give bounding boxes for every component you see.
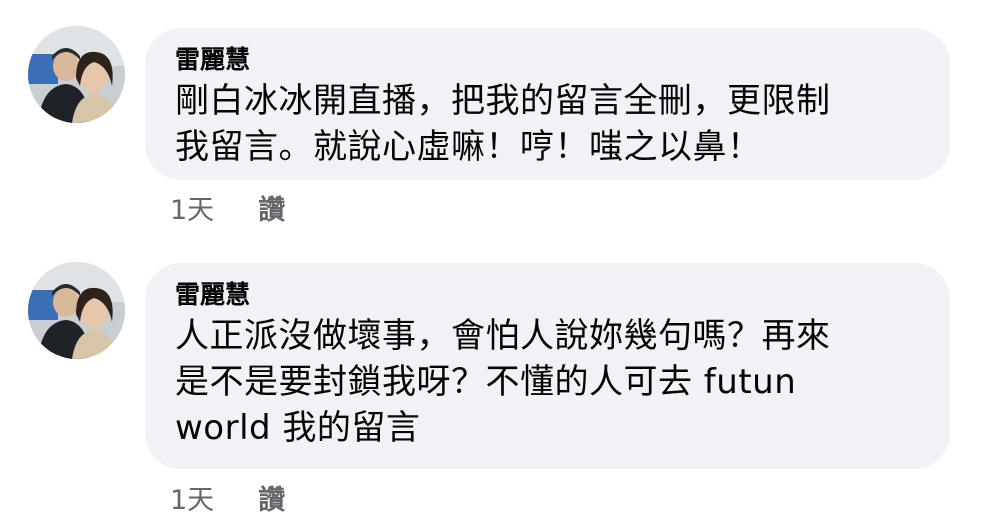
like-button[interactable]: 讚	[258, 188, 285, 227]
comment-item: 雷麗慧 剛白冰冰開直播，把我的留言全刪，更限制 我留言。就說心虛嘛！哼！嗤之以鼻…	[0, 0, 1000, 240]
comment-bubble: 雷麗慧 剛白冰冰開直播，把我的留言全刪，更限制 我留言。就說心虛嘛！哼！嗤之以鼻…	[145, 28, 950, 180]
comment-actions: 1天 讚	[170, 478, 285, 517]
comment-bubble: 雷麗慧 人正派沒做壞事，會怕人說妳幾句嗎？再來 是不是要封鎖我呀？不懂的人可去 …	[145, 263, 950, 469]
avatar-photo-icon	[28, 262, 125, 359]
comment-text: 剛白冰冰開直播，把我的留言全刪，更限制 我留言。就說心虛嘛！哼！嗤之以鼻！	[175, 81, 831, 167]
comment-author[interactable]: 雷麗慧	[175, 42, 920, 78]
like-button[interactable]: 讚	[258, 478, 285, 517]
comment-actions: 1天 讚	[170, 188, 285, 227]
comment-timestamp[interactable]: 1天	[170, 478, 214, 517]
avatar[interactable]	[28, 26, 125, 123]
comment-text: 人正派沒做壞事，會怕人說妳幾句嗎？再來 是不是要封鎖我呀？不懂的人可去 futu…	[175, 316, 831, 448]
comment-timestamp[interactable]: 1天	[170, 188, 214, 227]
comment-item: 雷麗慧 人正派沒做壞事，會怕人說妳幾句嗎？再來 是不是要封鎖我呀？不懂的人可去 …	[0, 258, 1000, 532]
comment-author[interactable]: 雷麗慧	[175, 277, 920, 313]
avatar[interactable]	[28, 262, 125, 359]
avatar-photo-icon	[28, 26, 125, 123]
